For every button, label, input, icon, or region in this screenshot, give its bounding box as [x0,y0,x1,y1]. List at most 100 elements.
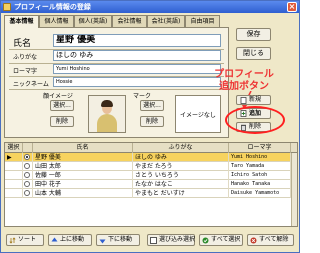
face-select-button[interactable]: 選択... [50,100,74,111]
save-button[interactable]: 保存 [236,28,271,41]
column-header-radio [23,143,33,153]
deselect-all-label: すべて解除 [259,236,289,243]
romaji-label: ローマ字 [13,68,38,75]
nickname-label: ニックネーム [13,81,49,88]
sort-button[interactable]: ソート [6,234,44,246]
row-select-cell [5,180,23,189]
mark-label: マーク [133,93,152,100]
deselect-all-button[interactable]: すべて解除 [247,234,294,246]
multi-select-label: 選び込み選択 [159,236,196,243]
person-hair [101,100,113,107]
table-row[interactable]: 山田 太郎 やまだ たろう Taro Yamada [5,162,297,171]
move-down-button[interactable]: 下に移動 [96,234,140,246]
radio-button[interactable] [24,154,30,160]
tab-personal-english[interactable]: 個人(英語) [74,15,112,27]
move-up-button[interactable]: 上に移動 [48,234,92,246]
column-header-select[interactable]: 選択 [5,143,23,153]
save-label: 保存 [246,30,261,38]
name-label: 氏名 [13,39,32,49]
tab-personal[interactable]: 個人情報 [39,15,74,27]
row-radio-cell [23,171,33,180]
checkbox-box[interactable] [150,237,157,244]
tab-company[interactable]: 会社情報 [112,15,147,27]
table-scrollbar[interactable] [291,153,297,226]
mark-delete-button[interactable]: 削除 [140,116,164,127]
row-select-cell [5,162,23,171]
callout-annotation: プロフィール 追加ボタン [209,69,279,93]
table-row[interactable]: 山本 大輔 やまもと だいすけ Daisuke Yamamoto [5,189,297,198]
close-icon[interactable]: × [287,2,297,12]
name-input[interactable]: 星野 優美 [53,34,221,47]
mark-select-button[interactable]: 選択... [140,100,164,111]
row-kana: たなか はなこ [133,180,229,189]
row-name: 田中 花子 [33,180,133,189]
row-kana: やまだ たろう [133,162,229,171]
tab-company-english[interactable]: 会社(英語) [147,15,185,27]
row-romaji: Ichiro Satoh [229,171,291,180]
row-radio-cell [23,162,33,171]
x-circle-icon [250,237,257,244]
radio-button[interactable] [24,172,30,178]
title-bar: プロフィール情報の登録 × [1,1,299,13]
new-document-icon [240,97,247,104]
radio-button[interactable] [24,181,30,187]
row-name: 山本 大輔 [33,189,133,198]
check-circle-icon [202,237,209,244]
arrow-up-icon [51,237,58,242]
window-title: プロフィール情報の登録 [14,3,91,11]
kana-label: ふりがな [13,54,38,61]
new-button[interactable]: 新規 [236,95,271,105]
table-row[interactable]: 佐藤 一郎 さとう いちろう Ichiro Satoh [5,171,297,180]
new-label: 新規 [249,96,262,103]
row-kana: ほしの ゆみ [133,153,229,162]
column-header-romaji[interactable]: ローマ字 [229,143,291,153]
mark-image-preview: イメージなし [175,95,221,133]
row-kana: やまもと だいすけ [133,189,229,198]
face-delete-button[interactable]: 削除 [50,116,74,127]
column-header-kana[interactable]: ふりがな [133,143,229,153]
highlight-circle [225,106,285,134]
no-image-text: イメージなし [180,112,216,119]
tab-basic[interactable]: 基本情報 [4,15,39,28]
face-image-preview [88,95,126,133]
kana-input[interactable]: ほしの ゆみ [53,50,221,61]
row-radio-cell [23,180,33,189]
row-kana: さとう いちろう [133,171,229,180]
callout-line-1: プロフィール [214,69,274,80]
row-select-cell: ▶ [5,153,23,162]
select-all-button[interactable]: すべて選択 [199,234,243,246]
radio-button[interactable] [24,163,30,169]
select-all-label: すべて選択 [211,236,241,243]
row-name: 星野 優美 [33,153,133,162]
face-image-label: 顔イメージ [43,93,73,100]
row-name: 山田 太郎 [33,162,133,171]
arrow-down-icon [99,239,106,244]
row-romaji: Taro Yamada [229,162,291,171]
profile-table: 選択 氏名 ふりがな ローマ字 ▶ 星野 優美 ほしの ゆみ Yumi Hosh… [4,142,298,227]
sort-label: ソート [18,236,37,243]
basic-info-panel: 氏名 星野 優美 ふりがな ほしの ゆみ ローマ字 Yumi Hoshino ニ… [4,27,229,138]
multi-select-checkbox[interactable]: 選び込み選択 [147,234,195,246]
row-name: 佐藤 一郎 [33,171,133,180]
app-icon [3,3,11,11]
column-header-name[interactable]: 氏名 [33,143,133,153]
row-romaji: Hanako Tanaka [229,180,291,189]
nickname-input[interactable]: Hossie [53,77,221,87]
table-row[interactable]: ▶ 星野 優美 ほしの ゆみ Yumi Hoshino [5,153,297,162]
row-romaji: Daisuke Yamamoto [229,189,291,198]
romaji-input[interactable]: Yumi Hoshino [53,64,221,74]
divider [9,89,224,90]
move-up-label: 上に移動 [60,236,85,243]
row-select-cell [5,189,23,198]
table-row[interactable]: 田中 花子 たなか はなこ Hanako Tanaka [5,180,297,189]
close-label: 閉じる [243,49,264,57]
tab-free-items[interactable]: 自由項目 [185,15,220,27]
table-header: 選択 氏名 ふりがな ローマ字 [5,143,297,153]
radio-button[interactable] [24,190,30,196]
close-button[interactable]: 閉じる [236,47,271,60]
row-romaji: Yumi Hoshino [229,153,291,162]
person-photo [97,114,117,132]
profile-window: プロフィール情報の登録 × 基本情報 個人情報 個人(英語) 会社情報 会社(英… [0,0,300,253]
row-radio-cell [23,189,33,198]
move-down-label: 下に移動 [108,236,133,243]
